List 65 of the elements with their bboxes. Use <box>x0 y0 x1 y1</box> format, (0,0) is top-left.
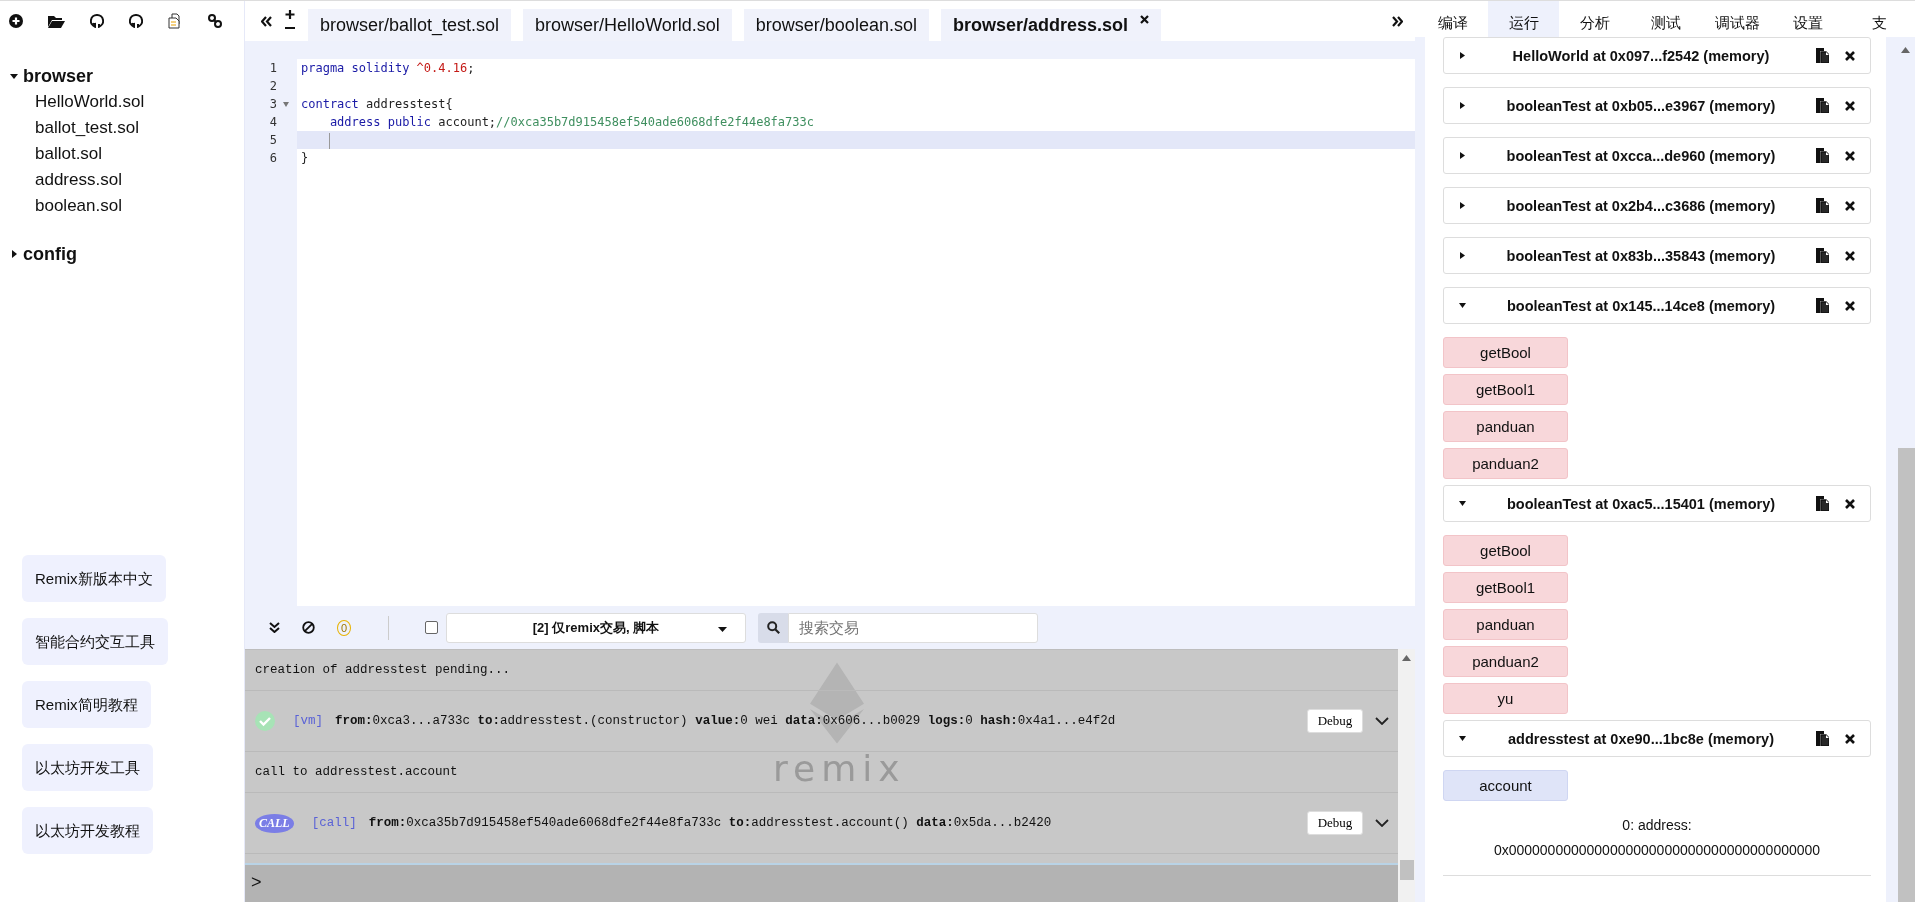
console-input[interactable]: > <box>245 863 1398 902</box>
function-button[interactable]: panduan <box>1443 609 1568 640</box>
function-button[interactable]: account <box>1443 770 1568 801</box>
debug-button[interactable]: Debug <box>1307 811 1363 835</box>
file-item[interactable]: HelloWorld.sol <box>10 89 244 115</box>
file-tab[interactable]: browser/address.sol <box>940 9 1161 41</box>
link-button[interactable]: 以太坊开发教程 <box>22 807 153 854</box>
function-button[interactable]: getBool1 <box>1443 374 1568 405</box>
contract-instance[interactable]: booleanTest at 0x145...14ce8 (memory) <box>1443 287 1871 324</box>
debug-button[interactable]: Debug <box>1307 709 1363 733</box>
code-line: contract addresstest{ <box>301 97 453 111</box>
line-number: 4 <box>269 115 277 129</box>
filter-dropdown[interactable]: [2] 仅remix交易, 脚本 <box>446 612 746 643</box>
call-result: 0: address: <box>1622 817 1692 833</box>
function-button[interactable]: yu <box>1443 683 1568 714</box>
contract-instance[interactable]: addresstest at 0xe90...1bc8e (memory) <box>1443 720 1871 757</box>
code-line: } <box>301 151 309 165</box>
folder-item[interactable]: config <box>10 241 244 267</box>
tx-tag: [call] <box>311 816 357 830</box>
contract-instance[interactable]: booleanTest at 0x83b...35843 (memory) <box>1443 237 1871 274</box>
function-button[interactable]: getBool1 <box>1443 572 1568 603</box>
function-button[interactable]: getBool <box>1443 337 1568 368</box>
contract-instance[interactable]: HelloWorld at 0x097...f2542 (memory) <box>1443 37 1871 74</box>
code-line: address public account;//0xca35b7d915458ef540ade6068dfe2f44e8fa733c <box>328 115 814 129</box>
function-button[interactable]: panduan2 <box>1443 646 1568 677</box>
panel-tab[interactable]: 设置 <box>1772 1 1844 37</box>
panel-tab[interactable]: 运行 <box>1488 1 1560 37</box>
line-number: 5 <box>269 133 277 147</box>
tx-details: from:0xca3...a733c to:addresstest.(constructor) value:0 wei data:0x606...b0029 logs:0 hash:0x4a1...e4f2d <box>335 714 1116 728</box>
file-item[interactable]: ballot.sol <box>10 141 244 167</box>
tx-details: from:0xca35b7d915458ef540ade6068dfe2f44e8fa733c to:addresstest.account() data:0x5da...b2420 <box>368 816 1052 830</box>
call-result: 0x0000000000000000000000000000000000000000 <box>1493 842 1821 858</box>
panel-tab[interactable]: 分析 <box>1559 1 1631 37</box>
contract-instance[interactable]: booleanTest at 0x2b4...c3686 (memory) <box>1443 187 1871 224</box>
log-message: call to addresstest.account <box>255 765 458 779</box>
line-number: 6 <box>269 151 277 165</box>
link-button[interactable]: 智能合约交互工具 <box>22 618 168 665</box>
line-number: 3 <box>269 97 277 111</box>
contract-instance[interactable]: booleanTest at 0xac5...15401 (memory) <box>1443 485 1871 522</box>
line-number: 2 <box>269 79 277 93</box>
function-button[interactable]: panduan2 <box>1443 448 1568 479</box>
panel-tab[interactable]: 编译 <box>1417 1 1489 37</box>
file-item[interactable]: boolean.sol <box>10 193 244 219</box>
call-badge: CALL <box>255 813 294 833</box>
file-item[interactable]: ballot_test.sol <box>10 115 244 141</box>
panel-tab[interactable]: 支 <box>1843 1 1915 37</box>
function-button[interactable]: panduan <box>1443 411 1568 442</box>
panel-tab[interactable]: 调试器 <box>1701 1 1773 37</box>
link-button[interactable]: 以太坊开发工具 <box>22 744 153 791</box>
link-button[interactable]: Remix新版本中文 <box>22 555 166 602</box>
file-tab[interactable]: browser/boolean.sol <box>743 9 929 41</box>
tx-tag: [vm] <box>293 714 323 728</box>
panel-tab[interactable]: 测试 <box>1630 1 1702 37</box>
function-button[interactable]: getBool <box>1443 535 1568 566</box>
file-item[interactable]: address.sol <box>10 167 244 193</box>
file-tab[interactable]: browser/HelloWorld.sol <box>523 9 732 41</box>
file-tab[interactable]: browser/ballot_test.sol <box>308 9 512 41</box>
contract-instance[interactable]: booleanTest at 0xcca...de960 (memory) <box>1443 137 1871 174</box>
line-number: 1 <box>269 61 277 75</box>
search-field[interactable]: 搜索交易 <box>788 612 1038 643</box>
log-message: creation of addresstest pending... <box>255 663 511 677</box>
contract-instance[interactable]: booleanTest at 0xb05...e3967 (memory) <box>1443 87 1871 124</box>
folder-item[interactable]: browser <box>10 63 244 89</box>
code-line: pragma solidity ^0.4.16; <box>301 61 475 75</box>
link-button[interactable]: Remix简明教程 <box>22 681 151 728</box>
